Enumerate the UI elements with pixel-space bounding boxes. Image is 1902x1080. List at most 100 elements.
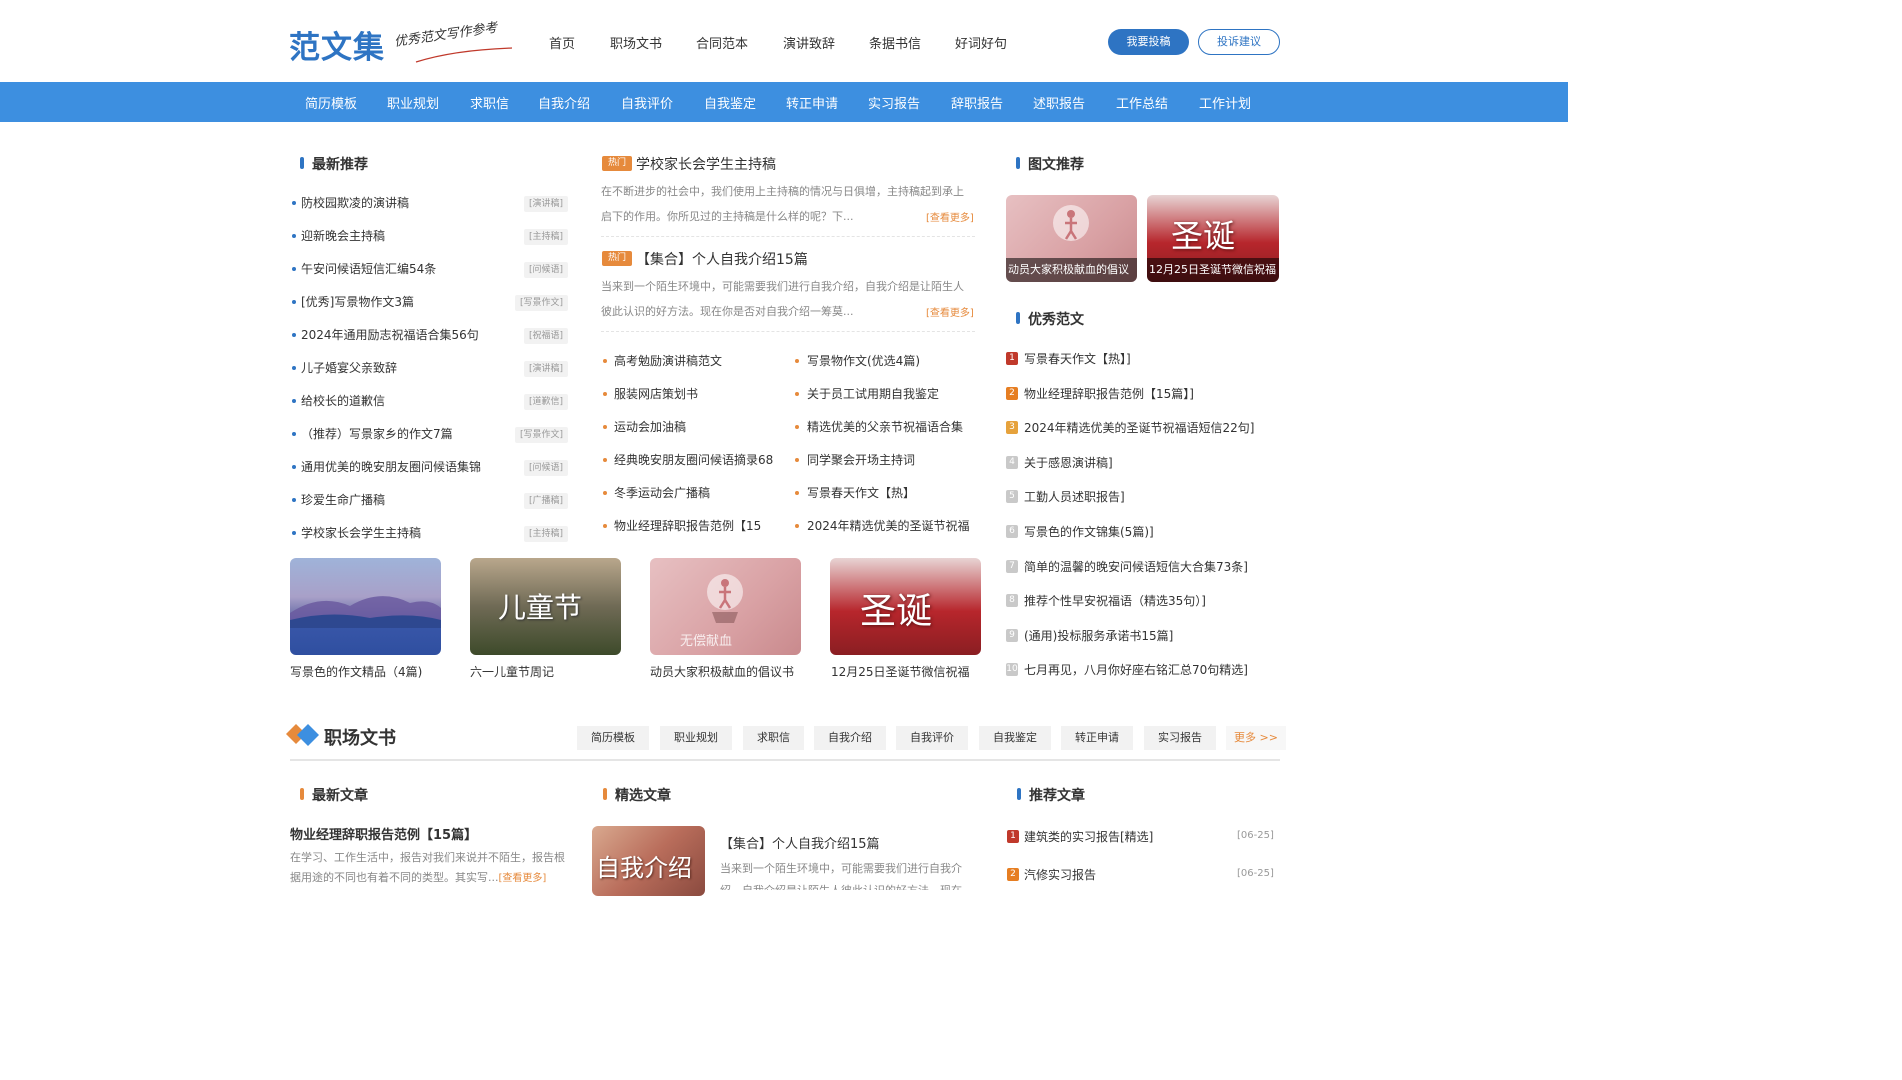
recommend-item[interactable]: 汽修实习报告 — [1024, 866, 1096, 883]
latest-list-item[interactable]: 珍爱生命广播稿 — [301, 491, 385, 508]
childrens-day-thumbnail[interactable]: 儿童节 — [470, 558, 621, 655]
category-tag[interactable]: [演讲稿] — [523, 361, 568, 377]
category-item[interactable]: 自我介绍 — [538, 93, 590, 112]
topnav-speech[interactable]: 演讲致辞 — [783, 33, 835, 52]
bullet-icon — [292, 234, 296, 238]
topnav-phrases[interactable]: 好词好句 — [955, 33, 1007, 52]
mid-list-item[interactable]: 高考勉励演讲稿范文 — [614, 352, 722, 369]
excellent-list-item[interactable]: 写景色的作文锦集(5篇)] — [1024, 523, 1154, 540]
category-tag[interactable]: [祝福语] — [523, 328, 568, 344]
featured-more-link[interactable]: [查看更多] — [926, 304, 974, 319]
mid-list-item[interactable]: 关于员工试用期自我鉴定 — [807, 385, 939, 402]
mid-list-item[interactable]: 服装网店策划书 — [614, 385, 698, 402]
featured-title[interactable]: 学校家长会学生主持稿 — [636, 154, 776, 174]
latest-list-item[interactable]: （推荐）写景家乡的作文7篇 — [301, 425, 453, 442]
topnav-home[interactable]: 首页 — [549, 33, 575, 52]
site-logo[interactable]: 范文集 — [289, 22, 385, 67]
section-tab[interactable]: 自我介绍 — [814, 726, 886, 750]
bullet-icon — [292, 498, 296, 502]
category-tag[interactable]: [问候语] — [523, 460, 568, 476]
mid-list-item[interactable]: 精选优美的父亲节祝福语合集 — [807, 418, 963, 435]
bullet-icon — [795, 425, 799, 429]
excellent-list-item[interactable]: 七月再见，八月你好座右铭汇总70句精选] — [1024, 661, 1248, 678]
category-item[interactable]: 辞职报告 — [951, 93, 1003, 112]
section-tab[interactable]: 求职信 — [743, 726, 804, 750]
excellent-list-item[interactable]: 简单的温馨的晚安问候语短信大合集73条] — [1024, 558, 1248, 575]
recommend-item[interactable]: 建筑类的实习报告[精选] — [1024, 828, 1153, 845]
excellent-list-item[interactable]: 写景春天作文【热】] — [1024, 350, 1131, 367]
thumb-label[interactable]: 六一儿童节周记 — [470, 663, 554, 680]
category-tag[interactable]: [主持稿] — [523, 229, 568, 245]
thumb-label[interactable]: 动员大家积极献血的倡议书 — [650, 663, 794, 680]
christmas-thumbnail[interactable]: 圣诞 — [830, 558, 981, 655]
topnav-letters[interactable]: 条据书信 — [869, 33, 921, 52]
mid-list-item[interactable]: 2024年精选优美的圣诞节祝福 — [807, 517, 970, 534]
category-tag[interactable]: [主持稿] — [523, 526, 568, 542]
featured-more-link[interactable]: [查看更多] — [926, 209, 974, 224]
mid-list-item[interactable]: 经典晚安朋友圈问候语摘录68 — [614, 451, 773, 468]
topnav-workplace[interactable]: 职场文书 — [610, 33, 662, 52]
submit-article-button[interactable]: 我要投稿 — [1108, 29, 1189, 55]
category-tag[interactable]: [广播稿] — [523, 493, 568, 509]
self-intro-thumbnail[interactable]: 自我介绍 — [592, 826, 705, 896]
excellent-list-item[interactable]: 关于感恩演讲稿] — [1024, 454, 1113, 471]
category-item[interactable]: 求职信 — [470, 93, 509, 112]
latest-list-item[interactable]: 给校长的道歉信 — [301, 392, 385, 409]
category-tag[interactable]: [道歉信] — [523, 394, 568, 410]
category-item[interactable]: 职业规划 — [387, 93, 439, 112]
latest-article-more-link[interactable]: [查看更多] — [499, 873, 547, 884]
section-tab[interactable]: 自我评价 — [896, 726, 968, 750]
selected-article-title[interactable]: 【集合】个人自我介绍15篇 — [720, 833, 880, 852]
excellent-list-item[interactable]: 工勤人员述职报告] — [1024, 488, 1125, 505]
category-item[interactable]: 自我鉴定 — [704, 93, 756, 112]
bullet-icon — [292, 333, 296, 337]
latest-list-item[interactable]: 迎新晚会主持稿 — [301, 227, 385, 244]
category-tag[interactable]: [写景作文] — [514, 295, 568, 311]
mid-list-item[interactable]: 写景物作文(优选4篇) — [807, 352, 920, 369]
blood-donation-card[interactable]: 动员大家积极献血的倡议 — [1006, 195, 1137, 282]
excellent-list-item[interactable]: 2024年精选优美的圣诞节祝福语短信22句] — [1024, 419, 1255, 436]
category-tag[interactable]: [问候语] — [523, 262, 568, 278]
mid-list-item[interactable]: 运动会加油稿 — [614, 418, 686, 435]
category-item[interactable]: 自我评价 — [621, 93, 673, 112]
section-tab[interactable]: 简历模板 — [577, 726, 649, 750]
feedback-button[interactable]: 投诉建议 — [1198, 29, 1280, 55]
excellent-list-item[interactable]: 推荐个性早安祝福语（精选35句）] — [1024, 592, 1206, 609]
category-item[interactable]: 实习报告 — [868, 93, 920, 112]
thumb-label[interactable]: 12月25日圣诞节微信祝福 — [831, 663, 970, 680]
section-tab[interactable]: 实习报告 — [1144, 726, 1216, 750]
blood-donation-thumbnail[interactable]: 无偿献血 — [650, 558, 801, 655]
section-more-link[interactable]: 更多 >> — [1226, 726, 1286, 750]
category-item[interactable]: 工作计划 — [1199, 93, 1251, 112]
category-item[interactable]: 述职报告 — [1033, 93, 1085, 112]
mid-list-item[interactable]: 同学聚会开场主持词 — [807, 451, 915, 468]
excellent-list-item[interactable]: (通用)投标服务承诺书15篇] — [1024, 627, 1173, 644]
latest-list-item[interactable]: 儿子婚宴父亲致辞 — [301, 359, 397, 376]
latest-article-title[interactable]: 物业经理辞职报告范例【15篇】 — [290, 824, 477, 843]
landscape-thumbnail[interactable] — [290, 558, 441, 655]
latest-list-item[interactable]: 通用优美的晚安朋友圈问候语集锦 — [301, 458, 481, 475]
category-tag[interactable]: [写景作文] — [514, 427, 568, 443]
category-item[interactable]: 简历模板 — [305, 93, 357, 112]
latest-list-item[interactable]: 学校家长会学生主持稿 — [301, 524, 421, 541]
featured-title[interactable]: 【集合】个人自我介绍15篇 — [636, 249, 808, 269]
thumb-label[interactable]: 写景色的作文精品（4篇) — [290, 663, 422, 680]
latest-list-item[interactable]: [优秀]写景物作文3篇 — [301, 293, 414, 310]
latest-list-item[interactable]: 午安问候语短信汇编54条 — [301, 260, 436, 277]
mid-list-item[interactable]: 写景春天作文【热】 — [807, 484, 915, 501]
category-item[interactable]: 工作总结 — [1116, 93, 1168, 112]
excellent-list-item[interactable]: 物业经理辞职报告范例【15篇】] — [1024, 385, 1194, 402]
christmas-card[interactable]: 圣诞 12月25日圣诞节微信祝福 — [1147, 195, 1279, 282]
topnav-contract[interactable]: 合同范本 — [696, 33, 748, 52]
category-item[interactable]: 转正申请 — [786, 93, 838, 112]
latest-list-item[interactable]: 2024年通用励志祝福语合集56句 — [301, 326, 479, 343]
rank-number: 5 — [1006, 490, 1018, 504]
mid-list-item[interactable]: 冬季运动会广播稿 — [614, 484, 710, 501]
rank-number: 9 — [1006, 628, 1018, 642]
section-tab[interactable]: 职业规划 — [660, 726, 732, 750]
category-tag[interactable]: [演讲稿] — [523, 196, 568, 212]
mid-list-item[interactable]: 物业经理辞职报告范例【15 — [614, 517, 761, 534]
latest-list-item[interactable]: 防校园欺凌的演讲稿 — [301, 194, 409, 211]
section-tab[interactable]: 自我鉴定 — [979, 726, 1051, 750]
section-tab[interactable]: 转正申请 — [1061, 726, 1133, 750]
